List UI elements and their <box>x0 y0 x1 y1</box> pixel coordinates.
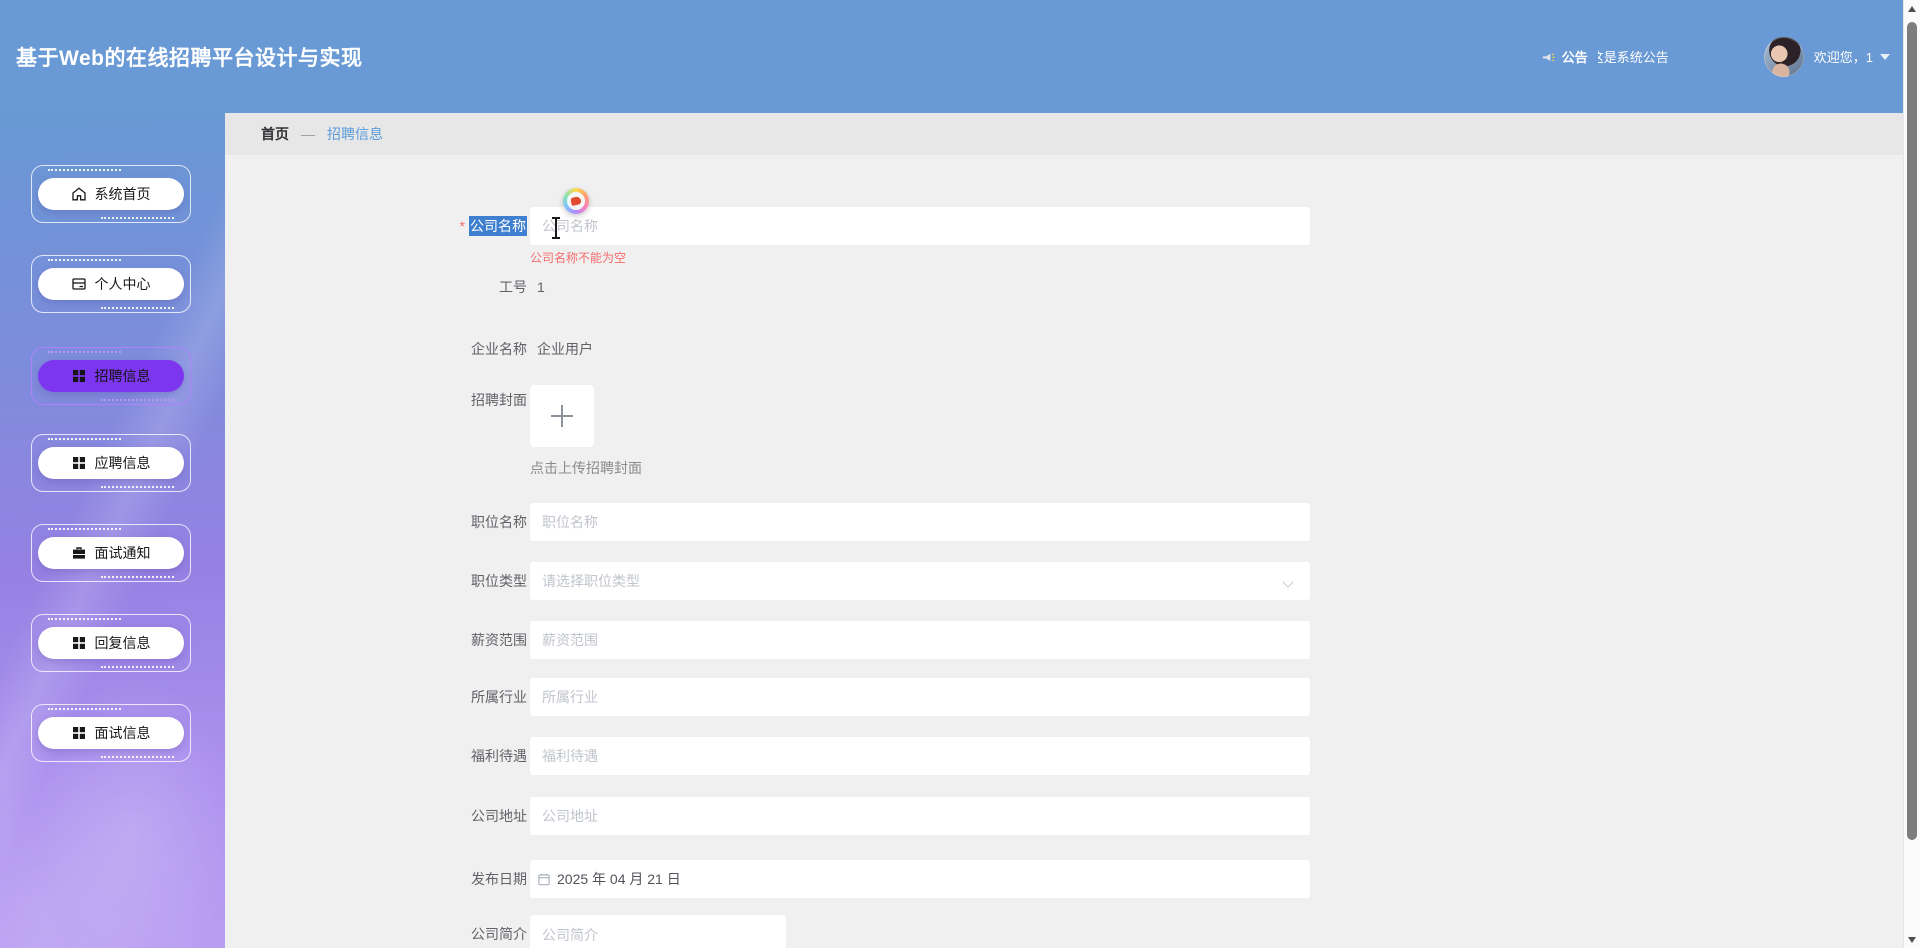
announcement-text: 这是系统公告 <box>1597 50 1669 65</box>
sidebar-item-recruitment-info[interactable]: 招聘信息 <box>31 347 191 405</box>
benefits-input[interactable] <box>530 737 1310 775</box>
top-header: 基于Web的在线招聘平台设计与实现 公告 这是系统公告 欢迎您，1 <box>0 0 1920 113</box>
required-asterisk: * <box>459 218 465 234</box>
form-row-benefits: 福利待遇 <box>225 737 1903 775</box>
avatar[interactable] <box>1763 36 1804 77</box>
announcement: 公告 这是系统公告 <box>1542 47 1678 66</box>
form-row-salary-range: 薪资范围 <box>225 621 1903 659</box>
grid-icon <box>72 456 86 470</box>
form-row-company-profile: 公司简介 <box>225 915 1903 948</box>
form-row-enterprise-name: 企业名称 企业用户 <box>225 339 1903 359</box>
company-address-label: 公司地址 <box>471 808 527 824</box>
position-type-label: 职位类型 <box>471 573 527 589</box>
company-profile-label: 公司简介 <box>471 926 527 942</box>
pointer-badge-icon <box>563 188 589 214</box>
position-type-select[interactable] <box>530 562 1310 600</box>
sidebar-item-label: 面试通知 <box>94 545 151 561</box>
company-name-label-text: 公司名称 <box>469 216 527 236</box>
breadcrumb-separator: — <box>301 126 315 142</box>
company-name-label: * 公司名称 <box>407 207 527 245</box>
industry-label: 所属行业 <box>471 689 527 705</box>
company-address-input[interactable] <box>530 797 1310 835</box>
company-profile-textarea[interactable] <box>530 915 786 948</box>
scroll-up-arrow-icon[interactable] <box>1908 6 1916 12</box>
form-row-industry: 所属行业 <box>225 678 1903 716</box>
card-icon <box>71 277 86 291</box>
chevron-down-icon[interactable] <box>1880 53 1890 60</box>
benefits-label: 福利待遇 <box>471 748 527 764</box>
sidebar-item-interview-info[interactable]: 面试信息 <box>31 704 191 762</box>
plus-icon <box>551 405 573 427</box>
company-name-input[interactable] <box>530 207 1310 245</box>
sidebar-item-home[interactable]: 系统首页 <box>31 165 191 223</box>
publish-date-value: 2025 年 04 月 21 日 <box>557 871 681 887</box>
sidebar-item-label: 应聘信息 <box>94 455 151 471</box>
main-content: 首页 — 招聘信息 *公司名称 公司名称不能为空 工号 1 企业名称 企业用户 … <box>225 113 1903 948</box>
cover-upload-hint: 点击上传招聘封面 <box>530 460 642 476</box>
form-row-employee-id: 工号 1 <box>225 277 1903 297</box>
salary-range-input[interactable] <box>530 621 1310 659</box>
home-icon <box>71 187 86 201</box>
header-right: 公告 这是系统公告 欢迎您，1 <box>1542 0 1890 113</box>
breadcrumb-home[interactable]: 首页 <box>261 124 289 144</box>
breadcrumb: 首页 — 招聘信息 <box>225 113 1903 155</box>
grid-icon <box>72 369 86 383</box>
form-row-position-name: 职位名称 <box>225 503 1903 541</box>
enterprise-name-value: 企业用户 <box>537 341 593 357</box>
publish-date-input[interactable]: 2025 年 04 月 21 日 <box>530 860 1310 898</box>
position-name-label: 职位名称 <box>471 514 527 530</box>
sidebar-item-label: 招聘信息 <box>94 368 151 384</box>
announcement-label: 公告 <box>1561 50 1588 65</box>
sidebar: 系统首页 个人中心 招聘信息 应聘信息 面试通知 回复信息 面试信息 <box>0 113 225 948</box>
briefcase-icon <box>72 546 86 560</box>
cover-upload-button[interactable] <box>530 385 594 447</box>
publish-date-label: 发布日期 <box>471 871 527 887</box>
company-name-error: 公司名称不能为空 <box>530 251 627 265</box>
announcement-marquee: 这是系统公告 <box>1598 47 1678 66</box>
sidebar-item-interview-notice[interactable]: 面试通知 <box>31 524 191 582</box>
scrollbar-thumb[interactable] <box>1907 22 1917 840</box>
form-row-position-type: 职位类型 <box>225 562 1903 600</box>
announcement-icon <box>1542 50 1556 64</box>
page-title: 基于Web的在线招聘平台设计与实现 <box>16 46 363 70</box>
sidebar-item-label: 系统首页 <box>94 186 151 202</box>
enterprise-name-label: 企业名称 <box>471 341 527 357</box>
grid-icon <box>72 726 86 740</box>
sidebar-item-label: 面试信息 <box>94 725 151 741</box>
welcome-text[interactable]: 欢迎您，1 <box>1814 47 1873 66</box>
sidebar-item-reply-info[interactable]: 回复信息 <box>31 614 191 672</box>
industry-input[interactable] <box>530 678 1310 716</box>
cover-label: 招聘封面 <box>471 392 527 408</box>
scroll-down-arrow-icon[interactable] <box>1908 937 1916 943</box>
sidebar-item-label: 个人中心 <box>94 276 151 292</box>
recruitment-platform-page: 基于Web的在线招聘平台设计与实现 公告 这是系统公告 欢迎您，1 系统首页 个… <box>0 0 1920 948</box>
sidebar-item-application-info[interactable]: 应聘信息 <box>31 434 191 492</box>
employee-id-label: 工号 <box>499 279 527 295</box>
breadcrumb-current: 招聘信息 <box>327 126 383 142</box>
form-row-company-address: 公司地址 <box>225 797 1903 835</box>
form-row-cover: 招聘封面 <box>225 390 1903 410</box>
grid-icon <box>72 636 86 650</box>
salary-range-label: 薪资范围 <box>471 632 527 648</box>
sidebar-item-label: 回复信息 <box>94 635 151 651</box>
form-row-company-name: * 公司名称 <box>225 207 1903 245</box>
calendar-icon <box>537 872 551 886</box>
text-cursor-icon <box>551 217 561 239</box>
sidebar-item-personal-center[interactable]: 个人中心 <box>31 255 191 313</box>
vertical-scrollbar <box>1903 0 1920 948</box>
employee-id-value: 1 <box>537 279 545 295</box>
position-name-input[interactable] <box>530 503 1310 541</box>
